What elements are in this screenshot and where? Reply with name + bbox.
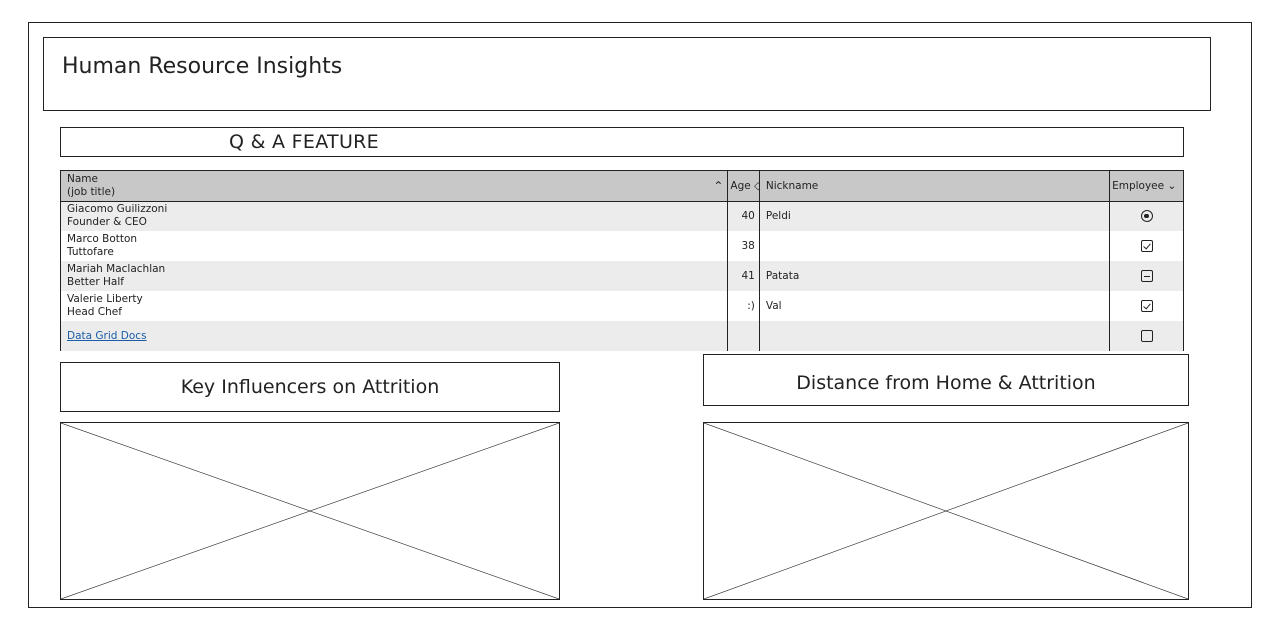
column-age-label: Age [730,179,751,192]
column-header-employee[interactable]: Employee ⌄ [1109,171,1183,202]
key-influencers-title: Key Influencers on Attrition [180,376,440,398]
column-employee-label: Employee [1112,179,1165,192]
qa-feature-title: Q & A FEATURE [229,131,379,153]
row-name: Giacomo Guilizzoni [67,203,168,216]
row-nickname: Val [758,291,1110,321]
page-title: Human Resource Insights [62,54,343,79]
row-age: :) [727,291,760,321]
key-influencers-header: Key Influencers on Attrition [60,362,560,412]
data-grid: Name (job title) ⌃ Age ◇ Nickname Employ… [60,170,1184,351]
row-nickname [758,231,1110,261]
row-name: Marco Botton [67,233,138,245]
row-nickname: Peldi [758,201,1110,231]
page-header: Human Resource Insights [43,37,1211,111]
row-name: Mariah Maclachlan [67,263,166,275]
row-age: 38 [727,231,760,261]
checkbox-checked-icon[interactable] [1140,240,1153,252]
image-placeholder-icon [61,423,559,599]
checkbox-indeterminate-icon[interactable] [1140,270,1153,282]
table-row[interactable]: Mariah Maclachlan Better Half 41 Patata [61,261,1183,291]
column-header-nickname[interactable]: Nickname [758,171,1110,202]
distance-home-title: Distance from Home & Attrition [796,372,1096,394]
distance-home-header: Distance from Home & Attrition [703,354,1189,406]
column-name-label: Name [67,172,98,185]
key-influencers-placeholder [60,422,560,600]
row-job-title: Founder & CEO [67,216,147,229]
row-age: 40 [727,201,760,231]
radio-selected-icon[interactable] [1140,210,1153,223]
checkbox-unchecked-icon[interactable] [1140,330,1153,342]
row-job-title: Tuttofare [67,246,114,258]
table-row[interactable]: Valerie Liberty Head Chef :) Val [61,291,1183,321]
row-name: Valerie Liberty [67,293,143,305]
grid-header-row: Name (job title) ⌃ Age ◇ Nickname Employ… [61,171,1183,202]
column-name-sublabel: (job title) [67,185,116,198]
row-job-title: Head Chef [67,306,122,318]
qa-feature-header: Q & A FEATURE [60,127,1184,157]
table-row[interactable]: Giacomo Guilizzoni Founder & CEO 40 Peld… [61,201,1183,231]
row-job-title: Better Half [67,276,124,288]
image-placeholder-icon [704,423,1188,599]
table-row[interactable]: Marco Botton Tuttofare 38 [61,231,1183,261]
column-header-age[interactable]: Age ◇ [727,171,760,202]
column-nickname-label: Nickname [765,179,819,192]
column-header-name[interactable]: Name (job title) ⌃ [61,171,728,202]
checkbox-checked-icon[interactable] [1140,300,1153,312]
table-footer-row: Data Grid Docs [61,321,1183,351]
chevron-down-icon[interactable]: ⌄ [1167,180,1176,192]
row-nickname: Patata [758,261,1110,291]
chevron-up-icon[interactable]: ⌃ [713,179,723,193]
data-grid-docs-link[interactable]: Data Grid Docs [67,330,173,342]
row-age: 41 [727,261,760,291]
distance-home-placeholder [703,422,1189,600]
